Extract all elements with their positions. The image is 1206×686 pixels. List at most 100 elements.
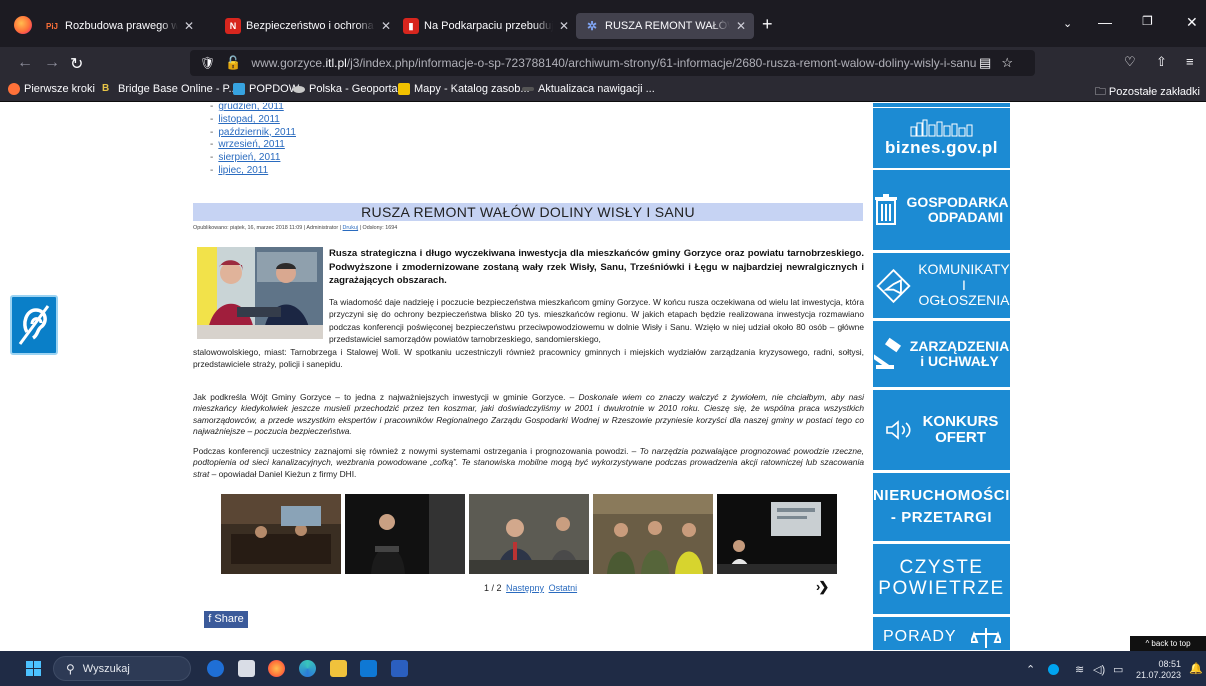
archive-link[interactable]: listopad, 2011: [218, 114, 280, 125]
accessibility-hearing-icon[interactable]: [10, 295, 58, 355]
gallery-thumbnail[interactable]: [221, 494, 341, 574]
sidebar-tile-label: GOSPODARKA ODPADAMI: [906, 193, 1009, 225]
last-page-link[interactable]: Ostatni: [549, 583, 578, 593]
taskbar-search[interactable]: ⚲ Wyszukaj: [53, 656, 191, 681]
sidebar-tile-biznes[interactable]: biznes.gov.pl: [873, 108, 1010, 168]
close-tab-icon[interactable]: ✕: [559, 19, 569, 33]
tab-3[interactable]: ▮ Na Podkarpaciu przebudują 16 ✕: [403, 13, 569, 39]
gallery-thumbnail[interactable]: [593, 494, 713, 574]
gallery-thumbnail[interactable]: [345, 494, 465, 574]
url-text[interactable]: www.gorzyce.itl.pl/j3/index.php/informac…: [251, 56, 976, 70]
tab-2[interactable]: N Bezpieczeństwo i ochrona przed ✕: [225, 13, 391, 39]
close-window-icon[interactable]: ✕: [1186, 14, 1198, 31]
next-arrows-icon[interactable]: ›❯: [816, 579, 829, 595]
web-page: - grudzień, 2011 - listopad, 2011 - paździe…: [0, 103, 1206, 650]
article-title: RUSZA REMONT WAŁÓW DOLINY WISŁY I SANU: [193, 203, 863, 221]
list-item: - wrzesień, 2011: [210, 139, 285, 151]
tray-app-icon[interactable]: [1048, 664, 1059, 675]
sidebar-tile-nieruchomosci[interactable]: NIERUCHOMOŚCI - PRZETARGI: [873, 473, 1010, 541]
battery-icon[interactable]: ▭: [1113, 663, 1123, 676]
archive-link[interactable]: grudzień, 2011: [218, 103, 283, 112]
address-bar[interactable]: 🛡 🔓 www.gorzyce.itl.pl/j3/index.php/info…: [190, 50, 1035, 76]
article-paragraph: Podczas konferencji uczestnicy zaznajomi…: [193, 446, 864, 479]
insecure-lock-icon[interactable]: 🔓: [225, 55, 241, 71]
outlook-app-icon[interactable]: [360, 660, 377, 677]
sidebar-tile-label: NIERUCHOMOŚCI - PRZETARGI: [873, 486, 1010, 526]
bookmark-item[interactable]: Polska - Geoportal: [293, 83, 400, 95]
word-app-icon[interactable]: [391, 660, 408, 677]
sidebar-tile-porady[interactable]: PORADY: [873, 617, 1010, 650]
widgets-app-icon[interactable]: [207, 660, 224, 677]
back-icon[interactable]: ←: [17, 54, 33, 72]
tab-title: Bezpieczeństwo i ochrona przed: [246, 20, 375, 32]
notifications-icon[interactable]: 🔔: [1189, 662, 1203, 675]
firefox-icon[interactable]: [14, 16, 32, 34]
forward-icon[interactable]: →: [44, 54, 60, 72]
back-to-top-button[interactable]: ^ back to top: [1130, 636, 1206, 651]
restore-icon[interactable]: ❐: [1142, 14, 1153, 28]
pocket-icon[interactable]: ♡: [1124, 54, 1136, 70]
bookmark-item[interactable]: Pierwsze kroki: [8, 83, 95, 95]
other-bookmarks[interactable]: 🗀 Pozostałe zakładki: [1095, 83, 1200, 102]
facebook-share-button[interactable]: f Share: [204, 611, 248, 628]
file-explorer-app-icon[interactable]: [238, 660, 255, 677]
volume-icon[interactable]: ◁): [1093, 663, 1105, 676]
start-button[interactable]: [26, 661, 41, 676]
wifi-icon[interactable]: ≋: [1075, 663, 1084, 676]
extensions-icon[interactable]: ⇧: [1156, 54, 1167, 70]
tab-favicon: ✲: [586, 19, 598, 33]
print-link[interactable]: Drukuj: [343, 225, 359, 231]
close-tab-icon[interactable]: ✕: [736, 19, 746, 33]
archive-link[interactable]: sierpień, 2011: [218, 152, 280, 163]
sidebar-tile-czyste-powietrze[interactable]: CZYSTE POWIETRZE: [873, 544, 1010, 614]
gallery-thumbnail[interactable]: [717, 494, 837, 574]
folder-app-icon[interactable]: [330, 660, 347, 677]
search-icon: ⚲: [66, 661, 75, 676]
sidebar-tile-zarzadzenia[interactable]: ZARZĄDZENIA i UCHWAŁY: [873, 321, 1010, 387]
next-page-link[interactable]: Następny: [506, 583, 544, 593]
sidebar-tile-label: KONKURS OFERT: [922, 412, 999, 446]
bookmark-star-icon[interactable]: ☆: [1001, 55, 1023, 70]
bookmark-item[interactable]: Mapy - Katalog zasob...: [398, 83, 530, 95]
city-skyline-icon: [910, 119, 972, 137]
sidebar-tile-top[interactable]: [873, 103, 1010, 107]
new-tab-button[interactable]: +: [762, 14, 773, 35]
close-tab-icon[interactable]: ✕: [184, 19, 194, 33]
close-tab-icon[interactable]: ✕: [381, 19, 391, 33]
reader-view-icon[interactable]: ▤: [979, 55, 1001, 70]
archive-link[interactable]: październik, 2011: [218, 127, 296, 138]
megaphone-diamond-icon: [876, 268, 911, 303]
sidebar-tile-odpady[interactable]: GOSPODARKA ODPADAMI: [873, 170, 1010, 250]
article-photo[interactable]: [197, 247, 323, 339]
sidebar-tile-konkurs[interactable]: KONKURS OFERT: [873, 390, 1010, 470]
minimize-icon[interactable]: —: [1098, 14, 1112, 30]
archive-link[interactable]: lipiec, 2011: [218, 165, 268, 176]
sidebar-tile-komunikaty[interactable]: KOMUNIKATY I OGŁOSZENIA: [873, 253, 1010, 318]
tab-active[interactable]: ✲ RUSZA REMONT WAŁÓW DOLI ✕: [576, 13, 754, 39]
list-item: - grudzień, 2011: [210, 103, 284, 112]
reload-icon[interactable]: ↻: [70, 54, 83, 74]
photo-gallery: [221, 494, 841, 574]
bookmark-item[interactable]: Aktualizaca nawigacji ...: [522, 83, 655, 95]
list-item: - sierpień, 2011: [210, 152, 281, 164]
trash-bin-icon: [874, 194, 897, 225]
article-paragraph: Ta wiadomość daje nadzieję i poczucie be…: [329, 297, 864, 345]
bookmark-item[interactable]: POPDOW: [233, 83, 299, 95]
menu-icon[interactable]: ≡: [1186, 54, 1194, 69]
gallery-thumbnail[interactable]: [469, 494, 589, 574]
bookmark-item[interactable]: B Bridge Base Online - P...: [102, 83, 238, 95]
sidebar-tile-label: KOMUNIKATY I OGŁOSZENIA: [918, 261, 1010, 309]
firefox-app-icon[interactable]: [268, 660, 285, 677]
archive-link[interactable]: wrzesień, 2011: [218, 139, 285, 150]
tracking-shield-icon[interactable]: 🛡: [200, 56, 215, 70]
sidebar-tile-label: CZYSTE POWIETRZE: [878, 557, 1005, 599]
article-lead: Rusza strategiczna i długo wyczekiwana i…: [329, 248, 864, 287]
edge-app-icon[interactable]: [299, 660, 316, 677]
tray-chevron-icon[interactable]: ⌃: [1026, 663, 1035, 676]
list-all-tabs-icon[interactable]: ⌄: [1063, 17, 1072, 30]
tab-1[interactable]: PiJ Rozbudowa prawego wału Wisły ✕: [44, 13, 194, 39]
conference-photo: [197, 247, 323, 339]
browser-tab-bar: PiJ Rozbudowa prawego wału Wisły ✕ N Bez…: [0, 0, 1206, 47]
system-clock[interactable]: 08:51 21.07.2023: [1136, 659, 1181, 681]
bookmark-icon: [522, 87, 534, 91]
